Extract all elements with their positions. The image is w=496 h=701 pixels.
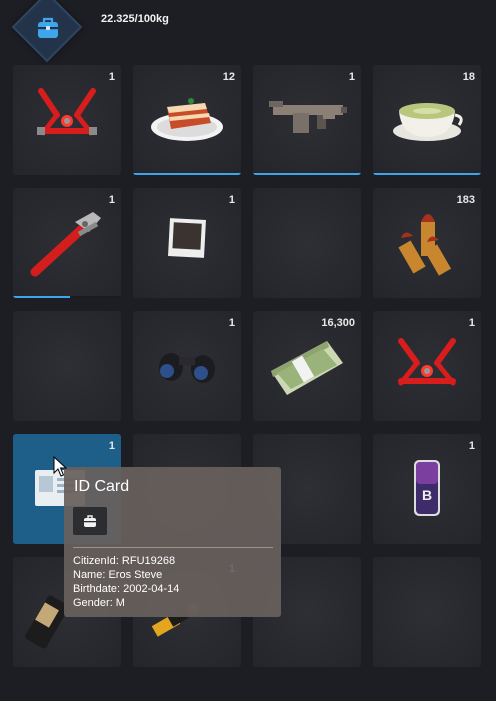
harness-icon (398, 338, 456, 386)
citizen-id: CitizenId: RFU19268 (73, 555, 176, 567)
tooltip-divider (73, 547, 273, 548)
inventory-slot-6[interactable]: 1 (133, 188, 241, 298)
durability-fill (13, 296, 71, 298)
inventory-slot-16[interactable]: 1 B (373, 434, 481, 544)
gender: Gender: M (73, 597, 125, 609)
tooltip-details: CitizenId: RFU19268 Name: Eros Steve Bir… (73, 554, 179, 610)
matcha-latte-icon (393, 103, 463, 141)
durability-fill (253, 173, 361, 175)
binoculars-icon (159, 353, 215, 383)
durability-bar (133, 173, 241, 175)
birthdate: Birthdate: 2002-04-14 (73, 583, 180, 595)
tiramisu-icon (151, 98, 223, 141)
durability-fill (133, 173, 241, 175)
durability-bar (253, 173, 361, 175)
inventory-header: 22.325/100kg (0, 0, 496, 63)
inventory-slot-9[interactable] (13, 311, 121, 421)
smg-icon (269, 101, 347, 133)
ammo-icon (398, 214, 452, 276)
inventory-slot-12[interactable]: 1 (373, 311, 481, 421)
tooltip-title: ID Card (74, 478, 130, 495)
weight-readout: 22.325/100kg (101, 13, 169, 25)
item-tooltip: ID Card CitizenId: RFU19268 Name: Eros S… (64, 467, 281, 617)
mouse-cursor-icon (53, 456, 67, 477)
inventory-slot-20[interactable] (373, 557, 481, 667)
inventory-slot-3[interactable]: 1 (253, 65, 361, 175)
tooltip-icon-box (73, 507, 107, 535)
backpack-icon (84, 515, 96, 527)
inventory-slot-7[interactable] (253, 188, 361, 298)
durability-bar (373, 173, 481, 175)
cash-stack-icon (271, 341, 343, 395)
phone-icon: B (414, 460, 440, 516)
inventory-slot-4[interactable]: 18 (373, 65, 481, 175)
pipe-wrench-icon (30, 212, 101, 277)
backpack-icon (38, 17, 58, 38)
harness-icon (37, 88, 97, 136)
citizen-name: Name: Eros Steve (73, 569, 163, 581)
durability-bar (13, 296, 121, 298)
inventory-slot-5[interactable]: 1 (13, 188, 121, 298)
polaroid-photo-icon (168, 218, 206, 258)
inventory-slot-10[interactable]: 1 (133, 311, 241, 421)
durability-fill (373, 173, 481, 175)
inventory-slot-11[interactable]: 16,300 (253, 311, 361, 421)
svg-text:B: B (422, 487, 432, 503)
inventory-slot-1[interactable]: 1 (13, 65, 121, 175)
inventory-slot-2[interactable]: 12 (133, 65, 241, 175)
inventory-slot-8[interactable]: 183 (373, 188, 481, 298)
